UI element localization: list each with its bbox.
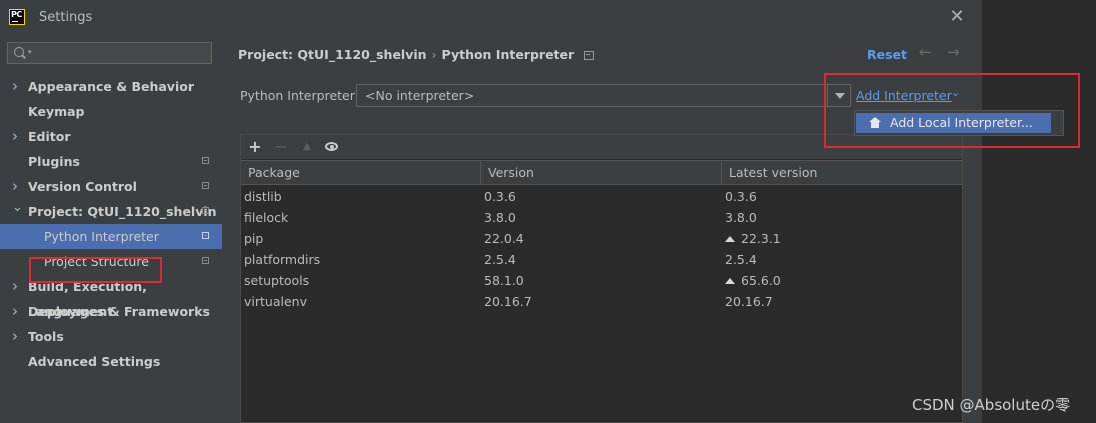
back-arrow-icon[interactable]: ← [919,43,932,61]
sidebar-item-label: Editor [28,129,71,144]
package-latest-cell: 65.6.0 [725,270,781,291]
sidebar-item-label: Python Interpreter [44,229,159,244]
sidebar-item-appearance-behavior[interactable]: › Appearance & Behavior [0,74,222,99]
table-row[interactable]: pip 22.0.4 22.3.1 [241,228,962,249]
sidebar-item-keymap[interactable]: Keymap [0,99,222,124]
search-icon [14,47,24,57]
settings-content: Project: QtUI_1120_shelvin › Python Interp… [222,34,1080,423]
package-name-cell: platformdirs [244,252,321,267]
package-name-cell: filelock [244,210,289,225]
package-latest-cell: 2.5.4 [725,252,757,267]
sidebar-item-python-interpreter[interactable]: Python Interpreter [0,224,222,249]
breadcrumb: Project: QtUI_1120_shelvin › Python Interp… [238,47,595,62]
breadcrumb-separator: › [431,47,437,62]
search-options-caret-icon[interactable]: ▾ [28,48,32,56]
sidebar-item-languages-frameworks[interactable]: › Languages & Frameworks [0,299,222,324]
column-header-version[interactable]: Version [481,161,722,184]
interpreter-select[interactable]: <No interpreter> [356,84,851,107]
interpreter-selected-value: <No interpreter> [365,88,475,103]
project-level-icon [202,232,209,239]
settings-search-field[interactable]: ▾ [7,42,212,64]
sidebar-item-tools[interactable]: › Tools [0,324,222,349]
package-version-cell: 3.8.0 [484,210,516,225]
package-latest-cell: 3.8.0 [725,210,757,225]
sidebar-item-project-qtui-1120-shelvin[interactable]: ⌄ Project: QtUI_1120_shelvin [0,199,222,224]
package-latest-cell: 0.3.6 [725,189,757,204]
sidebar-item-label: Tools [28,329,64,344]
project-level-icon [202,157,209,164]
package-name-cell: setuptools [244,273,310,288]
package-version-cell: 0.3.6 [484,189,516,204]
package-version-cell: 58.1.0 [484,273,524,288]
package-name-cell: distlib [244,189,282,204]
project-level-icon [584,51,595,60]
sidebar-item-label: Plugins [28,154,80,169]
chevron-right-icon[interactable]: › [12,324,18,349]
latest-version-text: 22.3.1 [741,231,781,246]
settings-dialog: PC Settings ✕ ▾ › Appearance & Behavior Ke… [0,0,1080,423]
sidebar-item-editor[interactable]: › Editor [0,124,222,149]
sidebar-item-label: Advanced Settings [28,354,161,369]
highlight-box-sidebar [29,257,162,283]
sidebar-item-label: Project: QtUI_1120_shelvin [28,204,217,219]
upgrade-package-icon[interactable]: ▲ [297,137,317,157]
table-row[interactable]: virtualenv 20.16.7 20.16.7 [241,291,962,312]
package-version-cell: 2.5.4 [484,252,516,267]
settings-sidebar: ▾ › Appearance & Behavior Keymap › Editor Plu… [0,34,222,423]
table-row[interactable]: setuptools 58.1.0 65.6.0 [241,270,962,291]
title-bar: PC Settings ✕ [0,0,982,34]
breadcrumb-project[interactable]: Project: QtUI_1120_shelvin [238,47,427,62]
forward-arrow-icon[interactable]: → [947,43,960,61]
interpreter-label: Python Interpreter: [240,88,359,103]
background-area [982,0,1096,423]
project-level-icon [202,182,209,189]
package-latest-cell: 22.3.1 [725,228,781,249]
latest-version-text: 65.6.0 [741,273,781,288]
package-name-cell: virtualenv [244,294,307,309]
upgrade-available-icon [725,278,735,284]
remove-package-icon[interactable]: − [271,137,291,157]
package-version-cell: 22.0.4 [484,231,524,246]
sidebar-item-version-control[interactable]: › Version Control [0,174,222,199]
chevron-down-icon[interactable]: ⌄ [12,195,23,220]
reset-button[interactable]: Reset [867,47,907,62]
sidebar-item-advanced-settings[interactable]: Advanced Settings [0,349,222,374]
table-row[interactable]: distlib 0.3.6 0.3.6 [241,186,962,207]
table-row[interactable]: platformdirs 2.5.4 2.5.4 [241,249,962,270]
packages-panel: + − ▲ Package Version Latest version dis… [240,134,963,423]
package-name-cell: pip [244,231,264,246]
sidebar-item-label: Version Control [28,179,137,194]
column-header-package[interactable]: Package [241,161,481,184]
chevron-right-icon[interactable]: › [12,124,18,149]
breadcrumb-page: Python Interpreter [441,47,575,62]
chevron-right-icon[interactable]: › [12,299,18,324]
column-header-latest-version[interactable]: Latest version [722,161,962,184]
sidebar-item-plugins[interactable]: Plugins [0,149,222,174]
add-package-icon[interactable]: + [245,137,265,157]
sidebar-item-label: Languages & Frameworks [28,304,210,319]
settings-search-input[interactable] [38,44,212,64]
highlight-box-add-interpreter [824,73,1080,148]
project-level-icon [202,257,209,264]
project-level-icon [202,207,209,214]
package-version-cell: 20.16.7 [484,294,532,309]
pycharm-logo-icon: PC [9,9,25,25]
sidebar-item-label: Keymap [28,104,85,119]
watermark: CSDN @Absoluteの零 [912,396,1071,414]
show-early-releases-eye-icon[interactable] [322,137,342,157]
chevron-right-icon[interactable]: › [12,74,18,99]
table-row[interactable]: filelock 3.8.0 3.8.0 [241,207,962,228]
close-icon[interactable]: ✕ [944,4,970,30]
sidebar-item-label: Appearance & Behavior [28,79,194,94]
upgrade-available-icon [725,236,735,242]
package-latest-cell: 20.16.7 [725,294,773,309]
packages-table-header: Package Version Latest version [241,160,962,185]
chevron-right-icon[interactable]: › [12,274,18,299]
window-title: Settings [39,10,93,25]
